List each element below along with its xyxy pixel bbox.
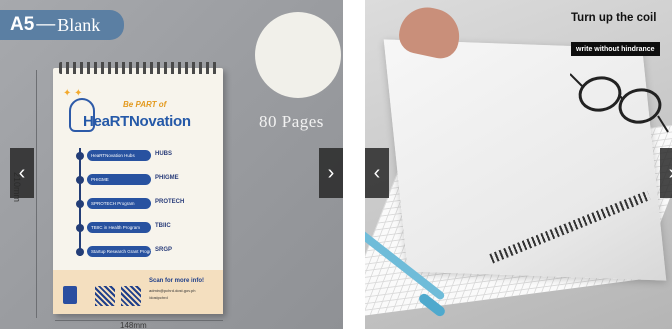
qr-code-icon <box>121 286 141 306</box>
product-image-left: A5 — Blank 80 Pages 210mm 148mm ✦ ✦ Be P… <box>0 0 343 329</box>
program-pill: SPROTECH Program <box>87 198 151 209</box>
chevron-left-icon: ‹ <box>373 161 381 184</box>
contact-email: admin@pchrd.dost.gov.ph <box>149 288 196 293</box>
program-logo: PROTECH <box>155 199 185 205</box>
scan-text: Scan for more info! <box>149 278 205 284</box>
size-badge: A5 — Blank <box>0 10 124 40</box>
product-gallery: A5 — Blank 80 Pages 210mm 148mm ✦ ✦ Be P… <box>0 0 672 329</box>
cover-footer: Scan for more info! admin@pchrd.dost.gov… <box>53 270 223 314</box>
pages-circle <box>255 12 341 98</box>
timeline-dot <box>76 224 84 232</box>
chevron-right-icon: › <box>327 161 335 184</box>
partner-logo <box>63 286 77 304</box>
timeline-dot <box>76 248 84 256</box>
pages-label: 80 Pages <box>259 112 324 131</box>
program-logo: HUBS <box>155 151 173 157</box>
paper-kind-label: Blank <box>57 14 101 35</box>
next-arrow-button[interactable]: › <box>319 148 343 198</box>
program-pill: TBIIC in Health Program <box>87 222 151 233</box>
product-image-right: Turn up the coil write without hindrance… <box>365 0 672 329</box>
program-logo: PHIGME <box>155 175 179 181</box>
feature-subtitle: write without hindrance <box>571 42 660 56</box>
glasses-icon <box>570 73 669 133</box>
chevron-right-icon: › <box>669 162 672 185</box>
timeline-dot <box>76 176 84 184</box>
program-pill: PHIGME <box>87 174 151 185</box>
program-logo: SRGP <box>155 247 173 253</box>
cover-tagline: Be PART of <box>123 100 167 109</box>
next-arrow-button[interactable]: › <box>660 148 672 198</box>
size-label: A5 <box>10 14 35 35</box>
contact-social: /dostpchrd <box>149 295 168 300</box>
notebook-cover: ✦ ✦ Be PART of HeaRTNovation HeaRTNovati… <box>53 62 223 314</box>
program-logo: TBIIC <box>155 223 171 229</box>
timeline-dot <box>76 200 84 208</box>
program-pill: Startup Research Grant Program <box>87 246 151 257</box>
chevron-left-icon: ‹ <box>18 161 26 184</box>
qr-code-icon <box>95 286 115 306</box>
feature-title: Turn up the coil <box>571 12 657 24</box>
prev-arrow-button[interactable]: ‹ <box>365 148 389 198</box>
width-dimension-label: 148mm <box>120 321 147 329</box>
cover-brand: HeaRTNovation <box>83 113 191 130</box>
timeline-dot <box>76 152 84 160</box>
size-separator: — <box>36 14 56 35</box>
spiral-coil <box>59 62 217 74</box>
program-pill: HeaRTNovation Hubs <box>87 150 151 161</box>
height-dimension-line <box>36 70 37 318</box>
prev-arrow-button[interactable]: ‹ <box>10 148 34 198</box>
